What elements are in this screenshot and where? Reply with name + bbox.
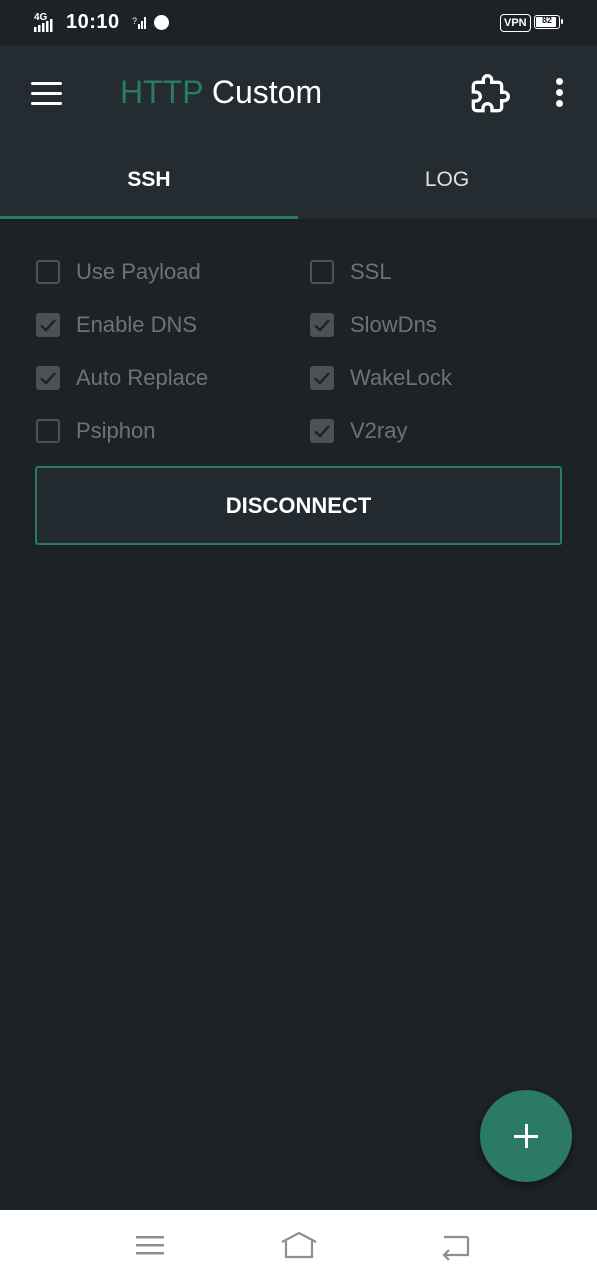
option-label: Psiphon bbox=[76, 418, 156, 443]
option-label: Use Payload bbox=[76, 259, 201, 284]
status-bar: 4G 10:10 ? VPN 82 bbox=[0, 0, 597, 46]
check-icon bbox=[40, 372, 56, 385]
check-icon bbox=[314, 372, 330, 385]
option-label: SSL bbox=[350, 259, 392, 284]
check-icon bbox=[40, 319, 56, 332]
disconnect-button[interactable]: DISCONNECT bbox=[35, 466, 562, 545]
tab-log[interactable]: LOG bbox=[298, 144, 596, 219]
vpn-badge: VPN bbox=[500, 14, 531, 32]
checkbox-checked[interactable] bbox=[36, 366, 60, 390]
app-title: HTTP Custom bbox=[120, 74, 322, 111]
app-title-http: HTTP bbox=[120, 74, 203, 110]
checkbox-checked[interactable] bbox=[36, 313, 60, 337]
option-use-payload[interactable]: Use Payload bbox=[36, 252, 201, 292]
home-icon[interactable] bbox=[279, 1228, 319, 1262]
option-wakelock[interactable]: WakeLock bbox=[310, 358, 452, 398]
app-bar: HTTP Custom bbox=[0, 46, 597, 144]
option-label: Auto Replace bbox=[76, 365, 209, 390]
option-auto-replace[interactable]: Auto Replace bbox=[36, 358, 208, 398]
checkbox-unchecked[interactable] bbox=[36, 260, 60, 284]
option-label: Enable DNS bbox=[76, 312, 198, 337]
svg-text:?: ? bbox=[132, 16, 137, 26]
option-slowdns[interactable]: SlowDns bbox=[310, 305, 437, 345]
plus-icon-vertical bbox=[525, 1124, 528, 1148]
option-label: V2ray bbox=[350, 418, 408, 443]
option-label: WakeLock bbox=[350, 365, 452, 390]
battery-level: 82 bbox=[541, 15, 552, 25]
signal-no-service-icon: ? bbox=[132, 15, 146, 34]
battery-icon: 82 bbox=[534, 15, 563, 29]
status-time: 10:10 bbox=[66, 11, 120, 33]
add-fab-button[interactable] bbox=[480, 1090, 572, 1182]
tab-indicator bbox=[0, 216, 298, 219]
app-title-custom: Custom bbox=[211, 74, 323, 110]
check-icon bbox=[314, 319, 330, 332]
option-v2ray[interactable]: V2ray bbox=[310, 411, 407, 451]
option-enable-dns[interactable]: Enable DNS bbox=[36, 305, 197, 345]
checkbox-checked[interactable] bbox=[310, 419, 334, 443]
back-icon[interactable] bbox=[436, 1228, 476, 1262]
plugin-icon[interactable] bbox=[470, 74, 510, 114]
checkbox-unchecked[interactable] bbox=[310, 260, 334, 284]
checkbox-checked[interactable] bbox=[310, 313, 334, 337]
notification-icon bbox=[154, 15, 169, 30]
option-ssl[interactable]: SSL bbox=[310, 252, 392, 292]
recent-apps-icon[interactable] bbox=[130, 1228, 170, 1262]
option-label: SlowDns bbox=[350, 312, 437, 337]
check-icon bbox=[314, 425, 330, 438]
checkbox-checked[interactable] bbox=[310, 366, 334, 390]
option-psiphon[interactable]: Psiphon bbox=[36, 411, 156, 451]
menu-icon[interactable] bbox=[26, 74, 66, 114]
more-vert-icon[interactable] bbox=[548, 76, 572, 110]
checkbox-unchecked[interactable] bbox=[36, 419, 60, 443]
network-signal-icon: 4G bbox=[34, 12, 60, 33]
tab-ssh[interactable]: SSH bbox=[0, 144, 298, 219]
tab-bar: SSH LOG bbox=[0, 144, 597, 219]
system-nav-bar bbox=[0, 1210, 597, 1280]
